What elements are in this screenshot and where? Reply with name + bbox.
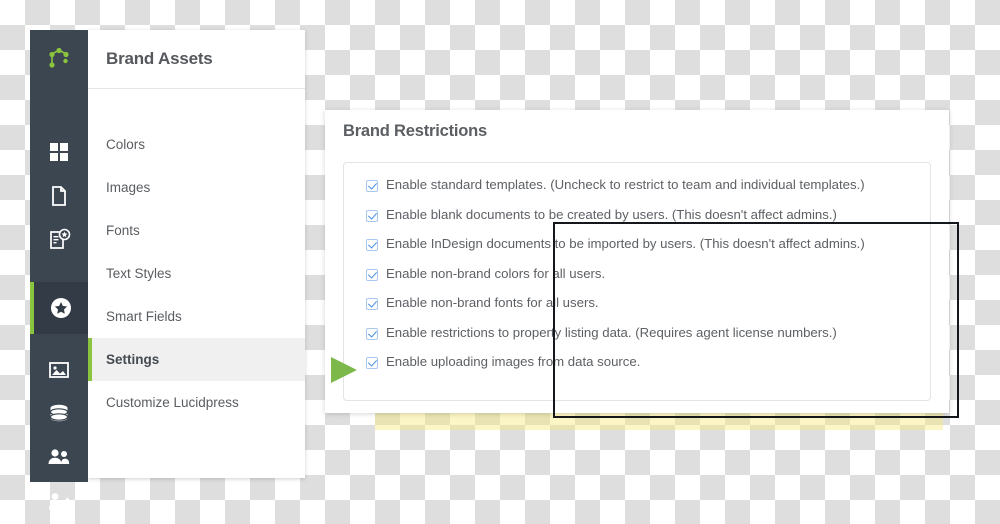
checkbox-standard-templates[interactable] — [366, 180, 378, 192]
sidebar-item-users[interactable] — [30, 436, 88, 480]
nav-item-text-styles[interactable]: Text Styles — [88, 252, 305, 295]
sidebar-item-account[interactable] — [30, 480, 88, 524]
grid-icon — [48, 141, 70, 163]
star-circle-icon — [49, 296, 73, 320]
nav-item-label: Smart Fields — [106, 309, 182, 324]
nav-item-images[interactable]: Images — [88, 166, 305, 209]
checkbox-non-brand-fonts[interactable] — [366, 298, 378, 310]
checkbox-label: Enable blank documents to be created by … — [386, 206, 837, 222]
sidebar-item-brand-templates[interactable] — [30, 218, 88, 262]
nav-item-smart-fields[interactable]: Smart Fields — [88, 295, 305, 338]
nav-list: Colors Images Fonts Text Styles Smart Fi… — [88, 89, 305, 424]
nav-item-colors[interactable]: Colors — [88, 123, 305, 166]
nav-item-fonts[interactable]: Fonts — [88, 209, 305, 252]
nav-item-settings[interactable]: Settings — [88, 338, 305, 381]
brand-assets-nav-panel: Brand Assets Colors Images Fonts Text St… — [88, 30, 305, 478]
page-icon — [48, 185, 70, 207]
checkbox-upload-images-data-source[interactable] — [366, 357, 378, 369]
nav-header: Brand Assets — [88, 30, 305, 89]
database-icon — [47, 403, 71, 425]
sidebar-item-templates[interactable] — [30, 174, 88, 218]
nav-item-customize-lucidpress[interactable]: Customize Lucidpress — [88, 381, 305, 424]
sidebar-item-data[interactable] — [30, 392, 88, 436]
nav-item-label: Fonts — [106, 223, 140, 238]
image-icon — [48, 359, 70, 381]
checkbox-indesign-documents[interactable] — [366, 239, 378, 251]
users-icon — [46, 447, 72, 469]
page-star-icon — [47, 228, 71, 252]
user-edit-icon — [47, 491, 71, 513]
lucidpress-logo-icon[interactable] — [30, 30, 88, 88]
green-pointer-arrow — [331, 357, 357, 383]
sidebar-item-media[interactable] — [30, 348, 88, 392]
nav-item-label: Customize Lucidpress — [106, 395, 239, 410]
sidebar-item-brand-assets[interactable] — [30, 282, 88, 334]
icon-rail — [30, 30, 88, 509]
black-outline-box — [553, 222, 959, 418]
nav-item-label: Settings — [106, 352, 160, 367]
checkbox-non-brand-colors[interactable] — [366, 268, 378, 281]
checkbox-blank-documents[interactable] — [366, 209, 378, 222]
section-title: Brand Restrictions — [343, 122, 488, 140]
nav-item-label: Images — [106, 180, 151, 195]
sidebar-item-documents-grid[interactable] — [30, 130, 88, 174]
checkbox-label: Enable standard templates. (Uncheck to r… — [386, 177, 865, 192]
checkbox-row[interactable]: Enable standard templates. (Uncheck to r… — [366, 177, 930, 207]
checkbox-property-listing-restrictions[interactable] — [366, 327, 378, 340]
page-title: Brand Assets — [106, 49, 213, 68]
nav-item-label: Colors — [106, 137, 146, 152]
nav-item-label: Text Styles — [106, 266, 172, 281]
